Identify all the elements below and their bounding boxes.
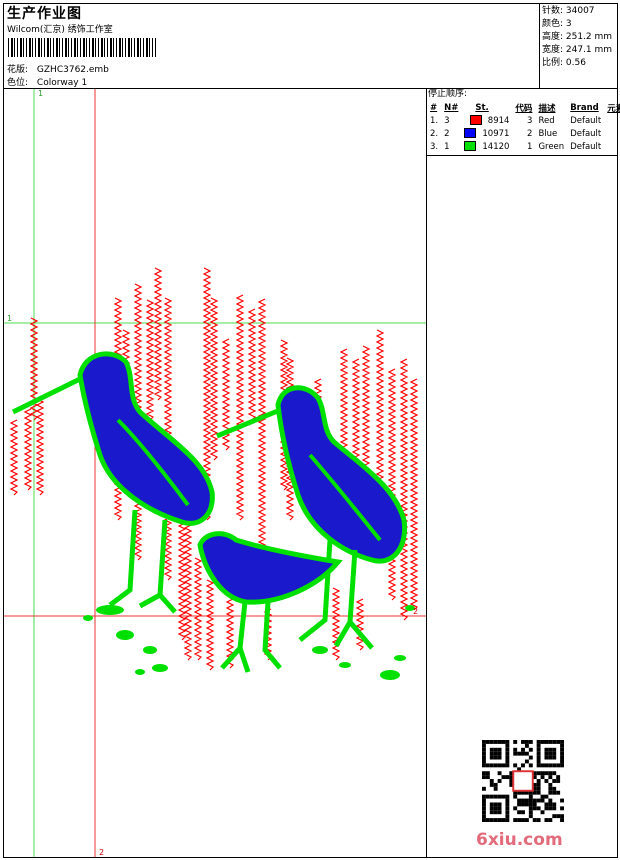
row-n: 1	[444, 141, 450, 152]
reed-stroke	[355, 598, 365, 651]
guide-h-red-label: 2	[413, 607, 418, 616]
stats-divider	[539, 3, 540, 89]
bird-right-body	[275, 385, 408, 564]
bird-left-beak	[11, 375, 84, 415]
sequence-heading: 停止顺序:	[428, 89, 468, 99]
table-row: 2. 2 10971 2 Blue Default	[427, 127, 620, 140]
color-swatch	[469, 115, 482, 126]
qr-logo-icon	[512, 770, 534, 792]
row-n: 3	[444, 115, 450, 126]
col-element: 元素	[607, 103, 620, 114]
row-index: 2.	[430, 128, 439, 139]
row-brand: Default	[570, 141, 602, 152]
reed-stroke	[193, 557, 203, 661]
reed-stroke	[247, 308, 257, 421]
colorway-label: 色位:	[7, 78, 29, 88]
stitch-count: 10971	[482, 128, 510, 139]
page-title: 生产作业图	[7, 6, 82, 22]
row-index: 1.	[430, 115, 439, 126]
reed-stroke	[23, 408, 33, 491]
row-code: 3	[527, 115, 533, 126]
row-brand: Default	[570, 115, 602, 126]
bird-left	[11, 351, 215, 614]
guide-v-green-label: 1	[38, 89, 43, 98]
reed-stroke	[351, 358, 361, 471]
design-canvas: 1 1 2 2	[4, 89, 426, 857]
row-index: 3.	[430, 141, 439, 152]
col-brand: Brand	[570, 102, 599, 113]
sequence-divider	[426, 155, 618, 156]
stat-height: 高度: 251.2 mm	[542, 32, 613, 42]
row-element	[604, 127, 620, 140]
reed-stroke	[153, 267, 163, 401]
reed-stroke	[409, 378, 419, 611]
reed-stroke	[205, 579, 215, 671]
stat-width: 宽度: 247.1 mm	[542, 45, 613, 55]
color-sequence-table: # N# St. 代码 描述 Brand 元素 1. 3 8914 3 Red Defau…	[427, 101, 620, 153]
reed-stroke	[235, 294, 245, 521]
guide-v-red-label: 2	[99, 848, 104, 857]
col-stitches: St.	[475, 102, 489, 113]
reed-stroke	[257, 298, 267, 561]
reed-stroke	[331, 587, 341, 661]
reed-stroke	[145, 299, 155, 421]
row-n: 2	[444, 128, 450, 139]
reed-stroke	[9, 419, 19, 496]
row-desc: Red	[538, 115, 555, 126]
stitch-count: 8914	[487, 115, 510, 126]
design-info: 花版: GZHC3762.emb	[7, 62, 109, 75]
bird-left-leg	[108, 509, 177, 614]
reed-stroke	[183, 518, 193, 661]
table-row: 3. 1 14120 1 Green Default	[427, 140, 620, 153]
stat-colors: 颜色: 3	[542, 19, 572, 29]
reed-stroke	[399, 358, 409, 621]
barcode	[8, 38, 156, 57]
col-desc: 描述	[538, 103, 556, 114]
col-hash: #	[430, 102, 438, 113]
page-subtitle: Wilcom(汇京) 绣饰工作室	[7, 25, 113, 35]
col-code: 代码	[515, 103, 533, 114]
row-brand: Default	[570, 128, 602, 139]
row-stitches: 10971	[461, 127, 512, 140]
sidebar-divider	[426, 88, 427, 858]
bird-small-body	[197, 531, 343, 605]
row-desc: Blue	[538, 128, 558, 139]
guide-h-green-label: 1	[7, 314, 12, 323]
table-row: 1. 3 8914 3 Red Default	[427, 114, 620, 127]
color-swatch	[464, 128, 477, 139]
qr-code	[482, 740, 564, 822]
row-desc: Green	[538, 141, 565, 152]
row-stitches: 14120	[461, 140, 512, 153]
row-stitches: 8914	[461, 114, 512, 127]
row-code: 2	[527, 128, 533, 139]
design-label: 花版:	[7, 65, 29, 75]
row-element	[604, 140, 620, 153]
reed-stroke	[209, 297, 219, 461]
reed-stroke	[387, 368, 397, 601]
design-value: GZHC3762.emb	[36, 65, 109, 75]
reed-stroke	[35, 398, 45, 496]
stitch-count: 14120	[482, 141, 510, 152]
row-code: 1	[527, 141, 533, 152]
col-n: N#	[444, 102, 459, 113]
color-swatch	[464, 141, 477, 152]
bird-left-body	[77, 351, 215, 526]
watermark: 6xiu.com	[476, 830, 563, 850]
colorway-value: Colorway 1	[36, 78, 88, 88]
stat-stitches: 针数: 34007	[542, 6, 595, 16]
table-header-row: # N# St. 代码 描述 Brand 元素	[427, 101, 620, 114]
stat-scale: 比例: 0.56	[542, 58, 586, 68]
colorway-info: 色位: Colorway 1	[7, 75, 87, 88]
row-element	[604, 114, 620, 127]
